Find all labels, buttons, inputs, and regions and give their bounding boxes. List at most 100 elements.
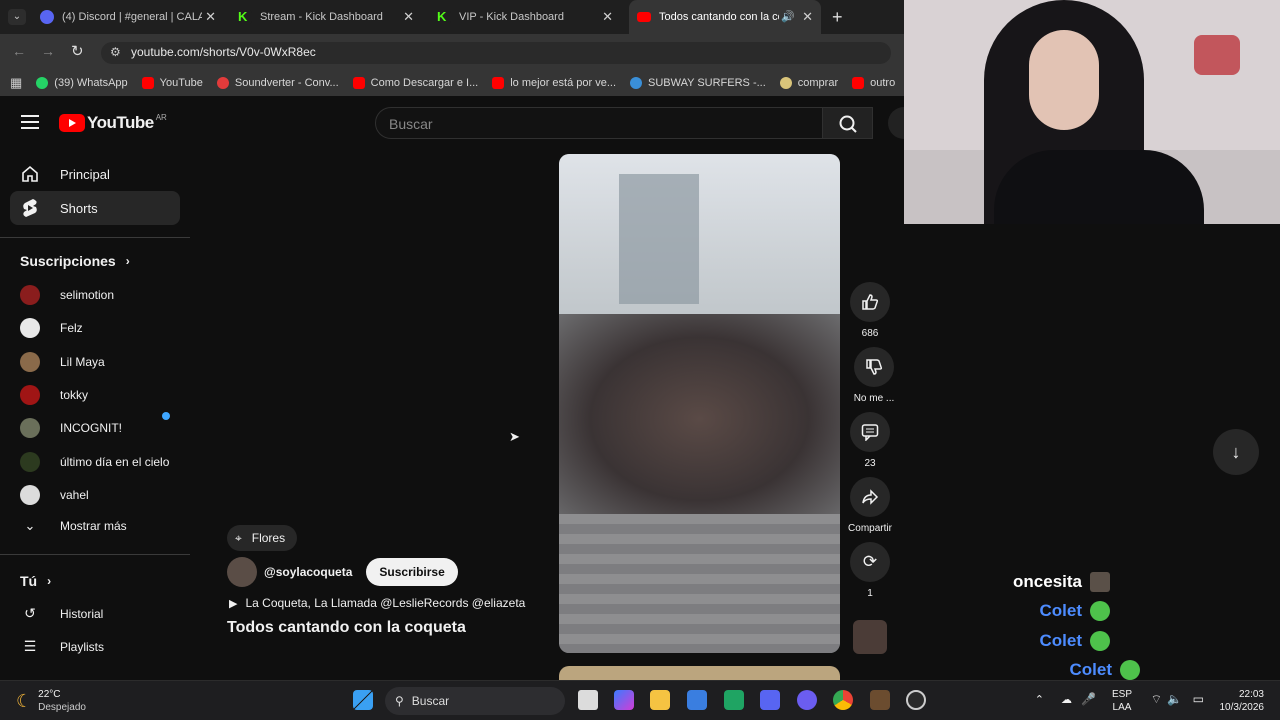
search-button[interactable] [823, 107, 873, 139]
subscriptions-heading[interactable]: Suscripciones › [20, 253, 130, 269]
remix-action[interactable]: ⟳ 1 [850, 542, 890, 599]
close-icon[interactable]: ✕ [602, 9, 613, 25]
subscription-item[interactable]: Felz [20, 318, 83, 338]
like-action[interactable]: 686 [850, 282, 890, 339]
tab-youtube-active[interactable]: Todos cantando con la coqueta 🔊 ✕ [629, 0, 821, 34]
minecraft-icon[interactable] [870, 690, 890, 710]
url-text[interactable]: youtube.com/shorts/V0v-0WxR8ec [131, 45, 316, 59]
like-button[interactable] [850, 282, 890, 322]
subscription-item[interactable]: Lil Maya [20, 352, 105, 372]
obs-icon[interactable] [906, 690, 926, 710]
reload-icon[interactable]: ↻ [71, 42, 84, 60]
bookmark-label: Como Descargar e I... [370, 77, 479, 89]
subscription-item[interactable]: último día en el cielo [20, 452, 169, 472]
close-icon[interactable]: ✕ [403, 9, 414, 25]
chevron-up-icon[interactable]: ⌃ [1035, 693, 1044, 706]
bookmark-soundverter[interactable]: Soundverter - Conv... [216, 77, 339, 89]
taskbar-search[interactable]: ⚲ Buscar [385, 687, 565, 715]
audio-thumbnail[interactable] [853, 620, 887, 654]
tab-vip-kick[interactable]: K VIP - Kick Dashboard ✕ [429, 0, 621, 34]
chat-username: oncesita [1013, 572, 1082, 591]
close-icon[interactable]: ✕ [205, 9, 216, 25]
tab-stream-kick[interactable]: K Stream - Kick Dashboard ✕ [230, 0, 422, 34]
dislike-button[interactable] [854, 347, 894, 387]
new-tab-button[interactable]: + [832, 7, 843, 28]
voice-search-button[interactable] [888, 107, 904, 139]
next-short-preview[interactable] [559, 666, 840, 680]
logo-text: YouTube [87, 113, 154, 132]
subscribe-button[interactable]: Suscribirse [366, 558, 458, 586]
discord-alt-icon[interactable] [797, 690, 817, 710]
copilot-icon[interactable] [614, 690, 634, 710]
wifi-icon[interactable]: ⌔ [1151, 692, 1162, 707]
arrow-down-icon: ↓ [1231, 441, 1241, 462]
bookmark-como-descargar[interactable]: Como Descargar e I... [352, 77, 479, 89]
back-arrow-icon[interactable]: ← [12, 43, 26, 59]
apps-grid-icon[interactable]: ▦ [10, 75, 22, 91]
short-video-player[interactable] [559, 154, 840, 653]
discord-icon[interactable] [760, 690, 780, 710]
battery-icon[interactable]: ▭ [1193, 692, 1204, 706]
comments-action[interactable]: 23 [850, 412, 890, 469]
nav-shorts[interactable]: Shorts [10, 191, 180, 225]
subscription-name: tokky [60, 388, 89, 402]
language-indicator[interactable]: ESP LAA [1112, 688, 1132, 714]
avatar [20, 485, 40, 505]
nav-playlists[interactable]: ☰ Playlists [20, 638, 104, 655]
tab-search-button[interactable]: ⌄ [8, 9, 26, 25]
nav-history[interactable]: ↺ Historial [20, 605, 103, 622]
share-button[interactable] [850, 477, 890, 517]
close-icon[interactable]: ✕ [802, 9, 813, 25]
bookmark-lo-mejor[interactable]: lo mejor está por ve... [492, 77, 616, 89]
share-label: Compartir [848, 523, 892, 534]
playlist-icon: ☰ [23, 638, 37, 654]
sheets-app-icon[interactable] [724, 690, 744, 710]
remix-button[interactable]: ⟳ [850, 542, 890, 582]
tab-discord[interactable]: (4) Discord | #general | CALAVERA ✕ [32, 0, 224, 34]
microphone-icon[interactable]: 🎤 [1081, 692, 1096, 706]
bookmark-youtube[interactable]: YouTube [141, 77, 203, 89]
channel-name[interactable]: @soylacoqueta [264, 565, 352, 579]
bookmark-comprar[interactable]: comprar [779, 77, 838, 89]
dislike-action[interactable]: No me ... [849, 347, 899, 404]
bookmark-subway-surfers[interactable]: SUBWAY SURFERS -... [630, 77, 766, 89]
windows-start-icon[interactable] [353, 690, 373, 710]
volume-icon[interactable]: 🔈 [1167, 692, 1182, 706]
subscription-item[interactable]: vahel [20, 485, 89, 505]
language-top: ESP [1111, 689, 1132, 700]
channel-avatar[interactable] [227, 557, 257, 587]
forward-arrow-icon[interactable]: → [41, 43, 55, 59]
subscription-item[interactable]: selimotion [20, 285, 114, 305]
show-more-button[interactable]: ⌄ Mostrar más [20, 518, 127, 534]
task-view-icon[interactable] [578, 690, 598, 710]
next-short-button[interactable]: ↓ [1213, 429, 1259, 475]
menu-icon[interactable] [21, 115, 39, 129]
clock[interactable]: 22:03 10/3/2026 [1220, 688, 1265, 714]
weather-widget[interactable]: ☾ 22°C Despejado [16, 688, 86, 714]
document-app-icon[interactable] [687, 690, 707, 710]
search-placeholder: Buscar [389, 116, 433, 132]
avatar [20, 318, 40, 338]
location-chip[interactable]: ⌖ Flores [227, 525, 298, 551]
you-heading[interactable]: Tú › [20, 573, 51, 589]
speaker-icon[interactable]: 🔊 [781, 10, 795, 23]
avatar [20, 418, 40, 438]
nav-home[interactable]: Principal [10, 157, 180, 191]
site-info-icon[interactable]: ⚙ [110, 45, 121, 59]
bookmark-outro[interactable]: outro [852, 77, 895, 89]
chrome-icon[interactable] [833, 690, 853, 710]
subscription-item[interactable]: INCOGNIT! [20, 418, 122, 438]
music-row[interactable]: ▶ La Coqueta, La Llamada @LeslieRecords … [229, 596, 525, 610]
share-action[interactable]: Compartir [845, 477, 895, 534]
search-input[interactable] [375, 107, 823, 139]
youtube-logo[interactable]: YouTube AR [59, 113, 167, 133]
tab-title: (4) Discord | #general | CALAVERA [62, 11, 202, 23]
nav-history-label: Historial [60, 606, 104, 621]
bookmark-whatsapp[interactable]: (39) WhatsApp [36, 77, 128, 89]
subscription-item[interactable]: tokky [20, 385, 88, 405]
short-title[interactable]: Todos cantando con la coqueta [227, 619, 466, 637]
chat-line: Colet [1040, 631, 1110, 651]
onedrive-icon[interactable]: ☁ [1061, 693, 1072, 706]
comments-button[interactable] [850, 412, 890, 452]
file-explorer-icon[interactable] [650, 690, 670, 710]
